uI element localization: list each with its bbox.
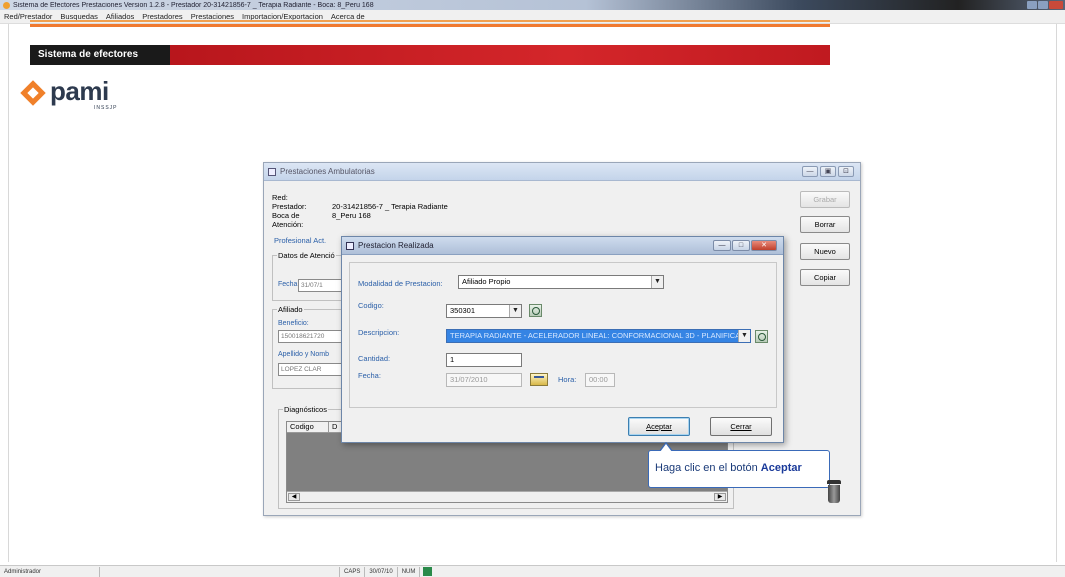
fg-dialog-title: Prestacion Realizada (358, 241, 434, 250)
bg-dialog-title-bar: Prestaciones Ambulatorias (264, 163, 860, 181)
status-bar: Administrador CAPS 30/07/10 NUM (0, 565, 1065, 577)
bg-maximize-icon[interactable]: ▣ (820, 166, 836, 177)
system-title: Sistema de efectores (30, 45, 170, 65)
bg-dialog-title: Prestaciones Ambulatorias (280, 167, 375, 176)
fg-dialog-controls: — □ ✕ (713, 240, 777, 251)
maximize-icon[interactable] (1038, 1, 1048, 9)
descripcion-search-icon[interactable] (755, 330, 768, 343)
status-num: NUM (398, 566, 421, 577)
calendar-icon[interactable] (530, 373, 548, 386)
fg-minimize-icon[interactable]: — (713, 240, 731, 251)
red-label: Red: (272, 193, 288, 202)
grid-h-scrollbar[interactable]: ◀ ▶ (287, 491, 727, 502)
codigo-search-icon[interactable] (529, 304, 542, 317)
modalidad-dropdown-icon[interactable]: ▼ (651, 276, 663, 288)
grid-col-codigo[interactable]: Codigo (287, 422, 329, 432)
bg-minimize-icon[interactable]: — (802, 166, 818, 177)
bg-dialog-controls: — ▣ ⊡ (802, 166, 854, 177)
cantidad-label: Cantidad: (358, 354, 391, 363)
grabar-button[interactable]: Grabar (800, 191, 850, 208)
header-orange-line (30, 20, 830, 22)
logo-diamond-icon (20, 80, 46, 106)
fecha-atencion-field[interactable]: 31/07/1 (298, 279, 344, 292)
codigo-value: 350301 (450, 306, 476, 315)
window-title: Sistema de Efectores Prestaciones Versio… (13, 1, 374, 9)
fecha-label: Fecha: (278, 281, 300, 288)
bg-restore-icon[interactable]: ⊡ (838, 166, 854, 177)
codigo-select[interactable]: 350301 ▼ (446, 304, 522, 318)
scroll-left-icon[interactable]: ◀ (288, 493, 300, 501)
descripcion-value: TERAPIA RADIANTE - ACELERADOR LINEAL: CO… (450, 331, 750, 340)
prestacion-realizada-dialog: Prestacion Realizada — □ ✕ Modalidad de … (341, 236, 784, 443)
modalidad-value: Afiliado Propio (462, 277, 511, 286)
status-caps: CAPS (340, 566, 366, 577)
header-red-band (170, 45, 830, 65)
boca-value: 8_Peru 168 (332, 211, 371, 220)
logo-word: pami (50, 76, 109, 106)
cantidad-field[interactable]: 1 (446, 353, 522, 367)
bg-dialog-icon (268, 167, 276, 176)
main-title-bar: Sistema de Efectores Prestaciones Versio… (0, 0, 1065, 10)
cerrar-label: Cerrar (730, 422, 752, 431)
prestador-info: Red: Prestador: 20-31421856-7 _ Terapia … (272, 193, 448, 229)
modalidad-label: Modalidad de Prestacion: (358, 279, 443, 288)
fecha-prestacion-label: Fecha: (358, 371, 381, 380)
status-empty (100, 566, 340, 577)
scroll-right-icon[interactable]: ▶ (714, 493, 726, 501)
beneficio-label: Beneficio: (278, 320, 309, 327)
app-icon (3, 1, 10, 9)
codigo-label: Codigo: (358, 301, 384, 310)
borrar-button[interactable]: Borrar (800, 216, 850, 233)
hora-field[interactable]: 00:00 (585, 373, 615, 387)
descripcion-label: Descripcion: (358, 328, 400, 337)
trash-bin (828, 485, 840, 503)
minimize-icon[interactable] (1027, 1, 1037, 9)
aceptar-label: Aceptar (646, 422, 672, 431)
window-controls (1027, 1, 1063, 9)
apellido-field[interactable]: LOPEZ CLAR (278, 363, 344, 376)
tooltip-text: Haga clic en el botón (655, 462, 761, 474)
status-user: Administrador (0, 566, 100, 577)
cerrar-button[interactable]: Cerrar (710, 417, 772, 436)
diagnosticos-title: Diagnósticos (283, 405, 328, 414)
apellido-label: Apellido y Nomb (278, 351, 329, 358)
descripcion-select[interactable]: TERAPIA RADIANTE - ACELERADOR LINEAL: CO… (446, 329, 751, 343)
datos-atencion-title: Datos de Atenció (277, 251, 336, 260)
prestador-value: 20-31421856-7 _ Terapia Radiante (332, 202, 448, 211)
profesional-label: Profesional Act. (274, 236, 327, 245)
boca-label: Boca de Atención: (272, 211, 304, 229)
codigo-dropdown-icon[interactable]: ▼ (509, 305, 521, 317)
nuevo-button[interactable]: Nuevo (800, 243, 850, 260)
header-orange-line-2 (30, 24, 830, 27)
afiliado-title: Afiliado (277, 305, 304, 314)
beneficio-field[interactable]: 150018621720 (278, 330, 344, 343)
fg-maximize-icon[interactable]: □ (732, 240, 750, 251)
fg-close-icon[interactable]: ✕ (751, 240, 777, 251)
instruction-tooltip: Haga clic en el botón Aceptar (648, 442, 830, 488)
aceptar-button[interactable]: Aceptar (628, 417, 690, 436)
modalidad-select[interactable]: Afiliado Propio ▼ (458, 275, 664, 289)
status-date: 30/07/10 (365, 566, 398, 577)
descripcion-dropdown-icon[interactable]: ▼ (738, 330, 750, 342)
datos-atencion-group: Datos de Atenció (272, 251, 352, 301)
trash-lid (827, 480, 841, 484)
status-indicator-icon (423, 567, 433, 576)
close-icon[interactable] (1049, 1, 1063, 9)
hora-label: Hora: (558, 375, 577, 384)
tooltip-bold: Aceptar (760, 462, 802, 474)
pami-logo: pami INSSJP (20, 76, 132, 114)
fg-dialog-icon (346, 241, 354, 250)
system-header: Sistema de efectores (30, 20, 830, 66)
logo-sub: INSSJP (94, 105, 118, 111)
fecha-prestacion-field[interactable]: 31/07/2010 (446, 373, 522, 387)
trash-icon[interactable] (825, 480, 843, 504)
prestador-label: Prestador: (272, 202, 307, 211)
copiar-button[interactable]: Copiar (800, 269, 850, 286)
